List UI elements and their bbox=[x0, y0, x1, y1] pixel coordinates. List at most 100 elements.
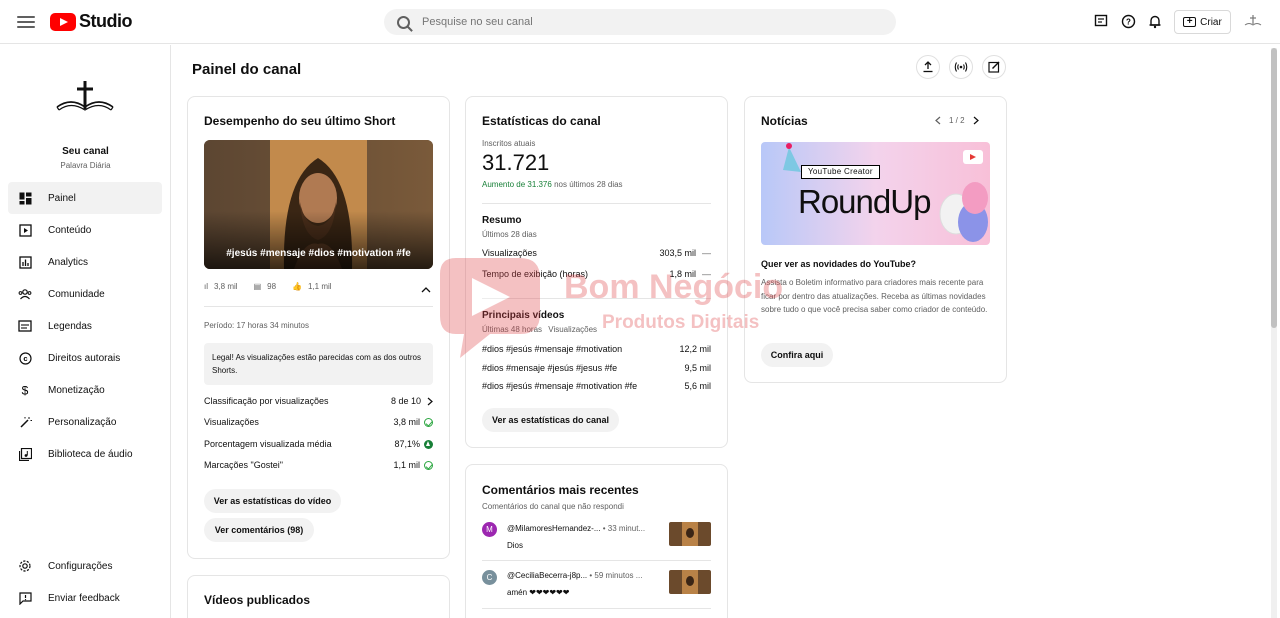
top-video-title: #dios #mensaje #jesús #jesus #fe bbox=[482, 363, 618, 373]
help-icon[interactable]: ? bbox=[1120, 14, 1136, 30]
account-avatar[interactable] bbox=[1244, 14, 1262, 30]
sidebar-item-analytics[interactable]: Analytics bbox=[8, 246, 162, 278]
studio-logo[interactable]: Studio bbox=[50, 11, 133, 32]
pager-count: 1 / 2 bbox=[949, 116, 965, 125]
published-videos-card: Vídeos publicados bbox=[187, 575, 450, 618]
sidebar-item-legendas[interactable]: Legendas bbox=[8, 310, 162, 342]
create-post-button[interactable] bbox=[982, 55, 1006, 79]
youtube-logo-icon bbox=[50, 12, 76, 31]
comment-item[interactable]: M @MilamoresHernandez-... • 33 minut... … bbox=[482, 521, 711, 555]
top-videos-title: Principais vídeos bbox=[482, 310, 565, 321]
search-icon[interactable] bbox=[397, 15, 410, 29]
chevron-right-icon[interactable] bbox=[973, 116, 979, 125]
notifications-bell-icon[interactable] bbox=[1147, 14, 1163, 30]
collapse-chevron-icon[interactable] bbox=[421, 282, 431, 296]
audio-library-icon bbox=[18, 447, 32, 461]
channel-stats-button[interactable]: Ver as estatísticas do canal bbox=[482, 408, 619, 432]
chevron-left-icon[interactable] bbox=[935, 116, 941, 125]
summary-label: Tempo de exibição (horas) bbox=[482, 269, 589, 279]
comment-item[interactable]: C @CeciliaBecerra-j8p... • 59 minutos ..… bbox=[482, 569, 711, 603]
create-button[interactable]: + Criar bbox=[1174, 10, 1231, 34]
sidebar-item-painel[interactable]: Painel bbox=[8, 182, 162, 214]
views-icon: ıl bbox=[204, 282, 208, 291]
summary-value: 303,5 mil bbox=[659, 248, 696, 258]
sidebar-item-label: Biblioteca de áudio bbox=[48, 448, 133, 460]
banner-title: RoundUp bbox=[798, 183, 931, 220]
upload-button[interactable] bbox=[916, 55, 940, 79]
sidebar-item-enviar-feedback[interactable]: Enviar feedback bbox=[8, 582, 162, 614]
sidebar-item-conteudo[interactable]: Conteúdo bbox=[8, 214, 162, 246]
summary-value: 1,8 mil bbox=[669, 269, 696, 279]
sidebar-item-biblioteca-audio[interactable]: Biblioteca de áudio bbox=[8, 438, 162, 470]
top-video-row[interactable]: #dios #mensaje #jesús #jesus #fe 9,5 mil bbox=[482, 363, 711, 373]
sidebar-item-monetizacao[interactable]: $ Monetização bbox=[8, 374, 162, 406]
top-video-views: 12,2 mil bbox=[679, 344, 711, 354]
sidebar-item-comunidade[interactable]: Comunidade bbox=[8, 278, 162, 310]
short-thumbnail[interactable]: #jesús #mensaje #dios #motivation #fe bbox=[204, 140, 433, 269]
short-likes: 1,1 mil bbox=[308, 282, 332, 291]
channel-name: Seu canal bbox=[62, 146, 109, 157]
summary-row: Tempo de exibição (horas) 1,8 mil — bbox=[482, 269, 711, 279]
divider bbox=[482, 203, 711, 204]
metric-row: Marcações "Gostei" 1,1 mil bbox=[204, 460, 433, 470]
sidebar: Seu canal Palavra Diária Painel Conteúdo… bbox=[0, 45, 171, 618]
metric-value: 87,1% bbox=[394, 439, 420, 449]
top-video-row[interactable]: #dios #jesús #mensaje #motivation 12,2 m… bbox=[482, 344, 711, 354]
top-video-title: #dios #jesús #mensaje #motivation bbox=[482, 344, 623, 354]
top-videos-metric: Visualizações bbox=[548, 325, 598, 334]
top-video-title: #dios #jesús #mensaje #motivation #fe bbox=[482, 381, 638, 391]
content-icon bbox=[18, 223, 32, 237]
card-title: Desempenho do seu último Short bbox=[204, 114, 396, 128]
feedback-icon bbox=[18, 591, 32, 605]
channel-stats-card: Estatísticas do canal Inscritos atuais 3… bbox=[465, 96, 728, 448]
channel-logo[interactable] bbox=[53, 79, 117, 119]
comment-text: amén ❤❤❤❤❤❤ bbox=[507, 588, 570, 597]
sidebar-item-configuracoes[interactable]: Configurações bbox=[8, 550, 162, 582]
news-pager: 1 / 2 bbox=[935, 116, 979, 125]
menu-icon[interactable] bbox=[17, 13, 35, 31]
subtitles-feedback-icon[interactable] bbox=[1093, 14, 1109, 30]
news-cta-button[interactable]: Confira aqui bbox=[761, 343, 833, 367]
comment-video-thumbnail[interactable] bbox=[669, 522, 711, 546]
go-live-button[interactable] bbox=[949, 55, 973, 79]
growth-period: nos últimos 28 dias bbox=[554, 180, 623, 189]
create-label: Criar bbox=[1200, 16, 1222, 28]
short-views: 3,8 mil bbox=[214, 282, 238, 291]
top-video-row[interactable]: #dios #jesús #mensaje #motivation #fe 5,… bbox=[482, 381, 711, 391]
svg-text:$: $ bbox=[22, 384, 29, 398]
subscribers-label: Inscritos atuais bbox=[482, 139, 536, 148]
metric-row[interactable]: Classificação por visualizações 8 de 10 bbox=[204, 396, 433, 406]
community-icon bbox=[18, 287, 32, 301]
news-banner[interactable]: YouTube Creator RoundUp bbox=[761, 142, 990, 245]
news-body: Assista o Boletim informativo para criad… bbox=[761, 278, 988, 314]
create-plus-icon: + bbox=[1183, 17, 1197, 27]
video-stats-button[interactable]: Ver as estatísticas do vídeo bbox=[204, 489, 341, 513]
growth-value: Aumento de 31.376 bbox=[482, 180, 552, 189]
sidebar-item-personalizacao[interactable]: Personalização bbox=[8, 406, 162, 438]
summary-trend: — bbox=[702, 248, 711, 258]
scrollbar-thumb[interactable] bbox=[1271, 48, 1277, 328]
logo-text: Studio bbox=[79, 11, 133, 31]
copyright-icon: c bbox=[18, 351, 32, 365]
sidebar-item-direitos-autorais[interactable]: c Direitos autorais bbox=[8, 342, 162, 374]
banner-tag: YouTube Creator bbox=[801, 165, 880, 179]
like-icon: 👍 bbox=[292, 282, 302, 291]
summary-title: Resumo bbox=[482, 215, 522, 226]
search-bar[interactable] bbox=[384, 9, 896, 35]
search-input[interactable] bbox=[422, 16, 822, 28]
top-videos-period: Últimas 48 horas bbox=[482, 325, 543, 334]
latest-comments-card: Comentários mais recentes Comentários do… bbox=[465, 464, 728, 618]
view-comments-button[interactable]: Ver comentários (98) bbox=[204, 518, 314, 542]
sidebar-item-label: Configurações bbox=[48, 560, 113, 572]
short-quick-stats: ıl 3,8 mil ▤ 98 👍 1,1 mil bbox=[204, 282, 332, 291]
comment-video-thumbnail[interactable] bbox=[669, 570, 711, 594]
commenter-avatar: C bbox=[482, 570, 497, 585]
summary-label: Visualizações bbox=[482, 248, 537, 258]
scrollbar[interactable] bbox=[1271, 48, 1277, 618]
divider bbox=[482, 608, 711, 609]
sidebar-item-label: Monetização bbox=[48, 384, 105, 396]
card-title: Notícias bbox=[761, 114, 808, 128]
check-circle-icon bbox=[424, 417, 433, 427]
svg-text:?: ? bbox=[1126, 18, 1131, 27]
sidebar-item-label: Painel bbox=[48, 192, 76, 204]
